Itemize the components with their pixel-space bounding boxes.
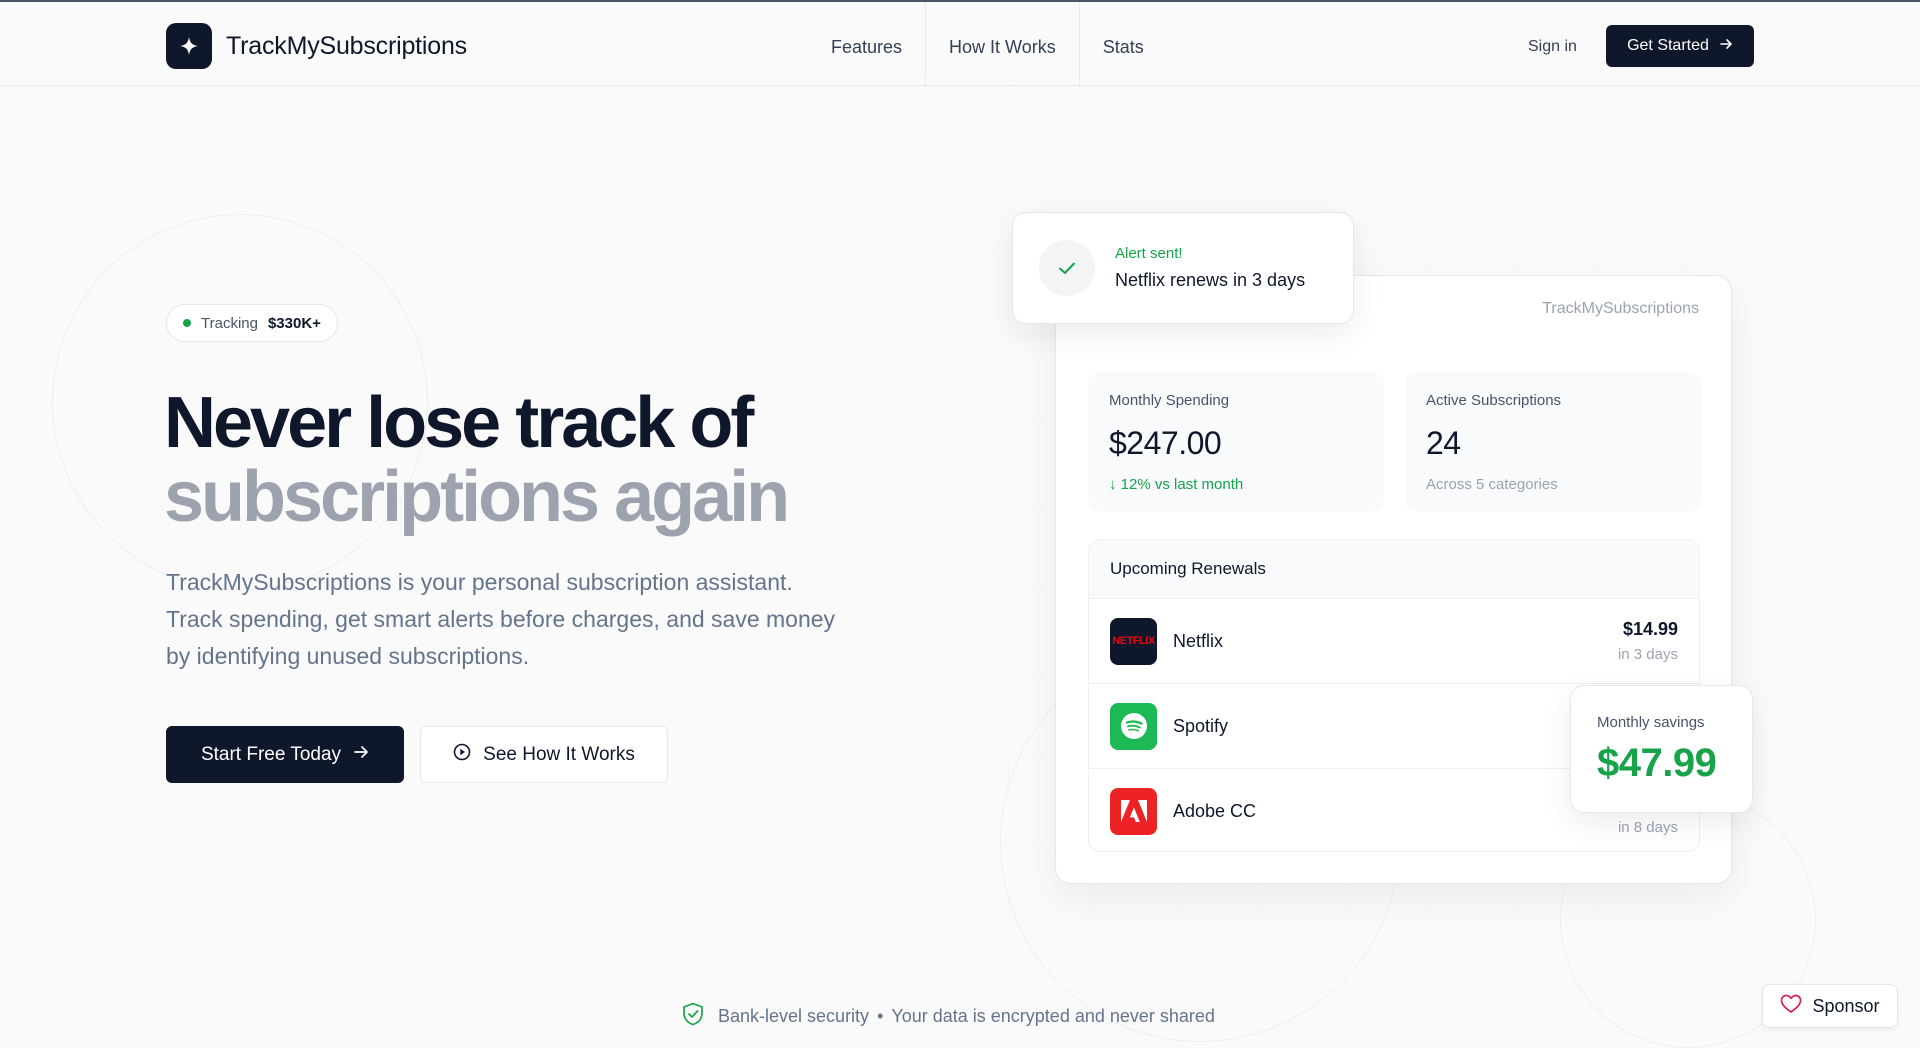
sponsor-label: Sponsor (1812, 995, 1880, 1016)
hero-description: TrackMySubscriptions is your personal su… (166, 569, 836, 669)
check-icon (1039, 240, 1095, 296)
dashboard-brand: TrackMySubscriptions (1542, 300, 1699, 317)
alert-content: Alert sent! Netflix renews in 3 days (1115, 245, 1305, 291)
renewals-title: Upcoming Renewals (1089, 540, 1699, 598)
badge-label: Tracking (201, 314, 258, 332)
arrow-right-icon (1719, 37, 1733, 56)
plus-icon (166, 23, 212, 69)
badge-value: $330K+ (267, 314, 321, 332)
renewal-name: Adobe CC (1173, 800, 1257, 821)
netflix-logo-text: NETFLIX (1112, 635, 1155, 647)
hero-headline: Never lose track of subscriptions again (164, 386, 864, 534)
sponsor-button[interactable]: Sponsor (1762, 984, 1898, 1028)
renewal-price: $14.99 (1622, 619, 1678, 639)
stat-label: Active Subscriptions (1426, 392, 1562, 409)
nav-links: Features How It Works Stats (808, 2, 1167, 86)
spotify-icon (1110, 702, 1157, 750)
savings-value: $47.99 (1597, 741, 1717, 785)
tracking-badge: Tracking $330K+ (166, 304, 338, 342)
adobe-icon (1110, 787, 1157, 835)
stat-trend: ↓ 12% vs last month (1109, 476, 1244, 493)
play-circle-icon (453, 743, 471, 767)
renewal-name: Spotify (1173, 715, 1229, 736)
security-text-b: Your data is encrypted and never shared (891, 1006, 1215, 1026)
alert-title: Alert sent! (1115, 245, 1183, 262)
renewal-when: in 8 days (1617, 819, 1678, 836)
netflix-icon: NETFLIX (1110, 617, 1157, 665)
headline-line-2: subscriptions again (164, 457, 790, 537)
get-started-button[interactable]: Get Started (1606, 25, 1754, 67)
brand-logo[interactable]: TrackMySubscriptions (166, 23, 467, 69)
brand-name: TrackMySubscriptions (226, 31, 467, 60)
monthly-savings-card: Monthly savings $47.99 (1570, 685, 1753, 813)
start-free-button[interactable]: Start Free Today (166, 726, 404, 783)
nav-link-features[interactable]: Features (808, 2, 927, 86)
alert-text: Netflix renews in 3 days (1115, 270, 1306, 290)
monthly-spending-card: Monthly Spending $247.00 ↓ 12% vs last m… (1088, 372, 1384, 512)
security-text-a: Bank-level security (718, 1006, 870, 1026)
savings-label: Monthly savings (1597, 714, 1705, 731)
renewal-name: Netflix (1173, 630, 1224, 651)
stat-subtext: Across 5 categories (1426, 476, 1558, 493)
stat-value: 24 (1426, 425, 1461, 461)
stat-value: $247.00 (1109, 425, 1222, 461)
active-subscriptions-card: Active Subscriptions 24 Across 5 categor… (1405, 372, 1701, 512)
start-free-label: Start Free Today (200, 743, 342, 765)
renewal-meta: $14.99 in 3 days (1618, 619, 1678, 663)
headline-line-1: Never lose track of (164, 383, 754, 463)
renewal-meta: in 8 days (1618, 813, 1678, 836)
security-separator: • (877, 1006, 884, 1026)
arrow-right-icon (353, 744, 369, 766)
get-started-label: Get Started (1627, 37, 1709, 54)
sign-in-link[interactable]: Sign in (1528, 38, 1577, 56)
shield-check-icon (682, 1002, 704, 1031)
stat-label: Monthly Spending (1109, 392, 1230, 409)
nav-link-stats[interactable]: Stats (1080, 2, 1167, 86)
renewal-when: in 3 days (1617, 646, 1678, 663)
see-how-it-works-button[interactable]: See How It Works (420, 726, 668, 783)
heart-icon (1780, 994, 1802, 1019)
status-dot-icon (183, 319, 191, 327)
security-note: Bank-level security • Your data is encry… (682, 1002, 1215, 1031)
alert-notification: Alert sent! Netflix renews in 3 days (1012, 212, 1354, 324)
top-navigation: TrackMySubscriptions Features How It Wor… (0, 2, 1920, 86)
nav-link-how-it-works[interactable]: How It Works (926, 2, 1080, 86)
see-how-label: See How It Works (483, 743, 635, 765)
renewal-row-netflix[interactable]: NETFLIX Netflix $14.99 in 3 days (1089, 598, 1699, 683)
